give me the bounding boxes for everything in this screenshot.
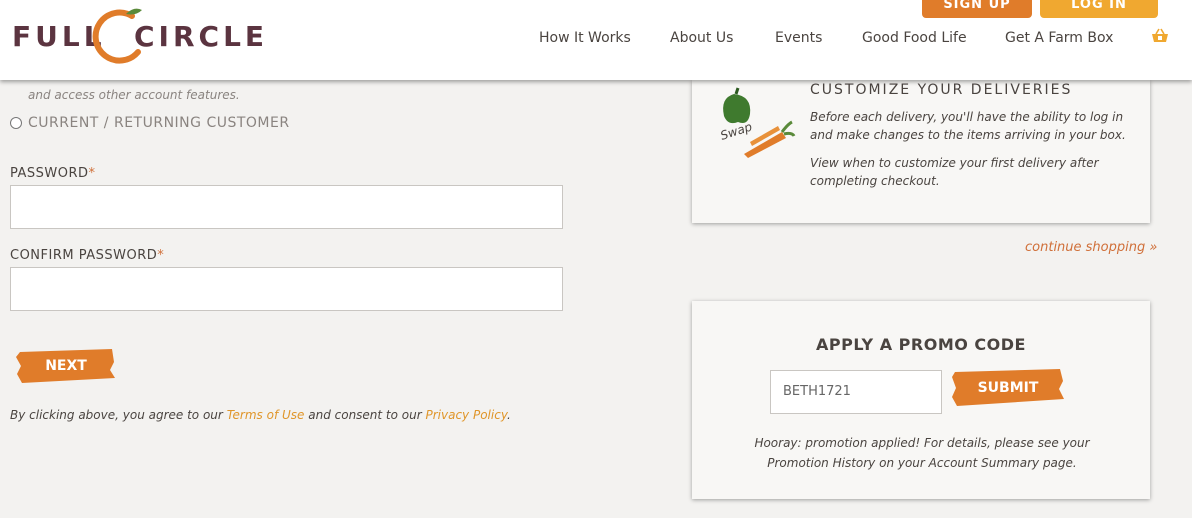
legal-prefix: By clicking above, you agree to our (10, 408, 223, 422)
promo-code-input[interactable]: BETH1721 (770, 370, 942, 414)
legal-suffix: . (507, 408, 511, 422)
customize-title: CUSTOMIZE YOUR DELIVERIES (810, 82, 1073, 98)
next-button[interactable]: NEXT (16, 348, 116, 384)
swap-word: Swap (719, 119, 755, 142)
confirm-password-label: CONFIRM PASSWORD* (10, 248, 164, 263)
submit-button-label: SUBMIT (977, 380, 1039, 396)
promo-code-card: APPLY A PROMO CODE BETH1721 SUBMIT Hoora… (692, 301, 1150, 499)
nav-about-us[interactable]: About Us (670, 30, 733, 46)
full-circle-logo[interactable]: FULL CIRCLE (12, 6, 264, 68)
nav-good-food-life[interactable]: Good Food Life (862, 30, 967, 46)
required-mark: * (88, 166, 96, 181)
terms-of-use-link[interactable]: Terms of Use (227, 408, 305, 422)
log-in-button[interactable]: LOG IN (1040, 0, 1158, 18)
basket-icon[interactable] (1151, 28, 1169, 44)
vegetable-swap-icon: Swap (719, 87, 796, 158)
required-mark: * (157, 248, 165, 263)
nav-get-a-farm-box[interactable]: Get A Farm Box (1005, 30, 1113, 46)
submit-promo-button[interactable]: SUBMIT (952, 369, 1064, 407)
returning-customer-label: CURRENT / RETURNING CUSTOMER (28, 115, 290, 131)
promo-title: APPLY A PROMO CODE (816, 335, 1026, 354)
legal-consent-text: By clicking above, you agree to our Term… (10, 408, 511, 422)
nav-how-it-works[interactable]: How It Works (539, 30, 631, 46)
returning-customer-option[interactable]: CURRENT / RETURNING CUSTOMER (10, 115, 290, 131)
password-input[interactable] (10, 185, 563, 229)
next-button-label: NEXT (45, 358, 87, 374)
confirm-password-label-text: CONFIRM PASSWORD (10, 248, 158, 263)
customize-deliveries-card: Swap CUSTOMIZE YOUR DELIVERIES Before ea… (692, 80, 1150, 223)
legal-middle: and consent to our (308, 408, 422, 422)
privacy-policy-link[interactable]: Privacy Policy (426, 408, 508, 422)
account-note: and access other account features. (28, 88, 240, 102)
confirm-password-input[interactable] (10, 267, 563, 311)
customize-paragraph-1: Before each delivery, you'll have the ab… (810, 110, 1126, 142)
returning-customer-radio[interactable] (10, 117, 22, 129)
nav-events[interactable]: Events (775, 30, 822, 46)
site-header: FULL CIRCLE SIGN UP LOG IN How It Works … (0, 0, 1192, 80)
promo-success-message: Hooray: promotion applied! For details, … (754, 436, 1090, 470)
continue-shopping-link[interactable]: continue shopping » (1025, 240, 1157, 255)
logo-word-circle: CIRCLE (134, 20, 269, 53)
password-label: PASSWORD* (10, 166, 96, 181)
customize-paragraph-2: View when to customize your first delive… (810, 156, 1099, 188)
password-label-text: PASSWORD (10, 166, 89, 181)
sign-up-button[interactable]: SIGN UP (922, 0, 1032, 18)
